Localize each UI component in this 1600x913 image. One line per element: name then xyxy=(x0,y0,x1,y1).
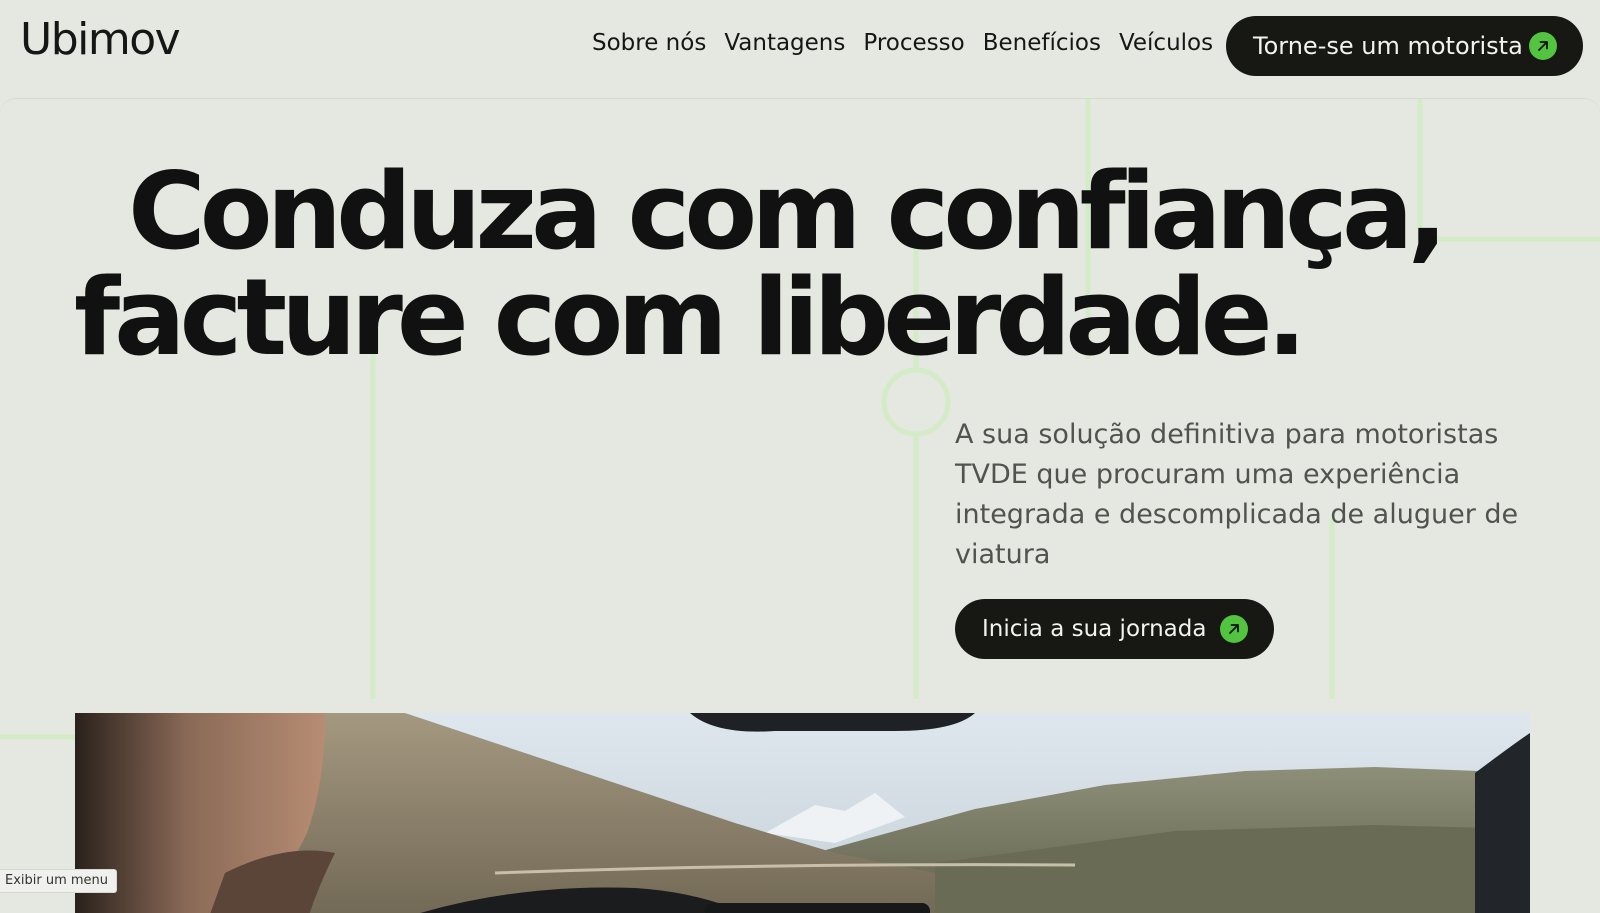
hero-photo-driver-mountains xyxy=(75,713,1530,913)
nav-link-processo[interactable]: Processo xyxy=(863,30,964,58)
main-nav: Sobre nós Vantagens Processo Benefícios … xyxy=(592,30,1231,58)
hero-headline: Conduza com confiança, facture com liber… xyxy=(74,150,1448,379)
page: Ubimov Sobre nós Vantagens Processo Bene… xyxy=(0,0,1600,913)
nav-link-beneficios[interactable]: Benefícios xyxy=(983,30,1101,58)
start-journey-label: Inicia a sua jornada xyxy=(982,616,1207,642)
headline-line-1: Conduza com confiança, xyxy=(128,150,1448,273)
start-journey-button[interactable]: Inicia a sua jornada xyxy=(955,599,1274,659)
brand-logo[interactable]: Ubimov xyxy=(20,18,181,62)
hero-section: Conduza com confiança, facture com liber… xyxy=(0,98,1600,913)
site-header: Ubimov Sobre nós Vantagens Processo Bene… xyxy=(0,0,1600,98)
nav-link-sobre-nos[interactable]: Sobre nós xyxy=(592,30,706,58)
hero-subtitle: A sua solução definitiva para motoristas… xyxy=(955,419,1519,570)
become-driver-label: Torne-se um motorista xyxy=(1253,32,1523,60)
arrow-up-right-icon xyxy=(1220,615,1248,643)
photo-illustration xyxy=(75,713,1530,913)
nav-link-veiculos[interactable]: Veículos xyxy=(1119,30,1213,58)
headline-line-2: facture com liberdade. xyxy=(74,256,1307,379)
status-tooltip: Exibir um menu xyxy=(0,869,118,893)
arrow-up-right-icon xyxy=(1529,32,1557,60)
nav-link-vantagens[interactable]: Vantagens xyxy=(724,30,845,58)
become-driver-button[interactable]: Torne-se um motorista xyxy=(1226,16,1583,76)
